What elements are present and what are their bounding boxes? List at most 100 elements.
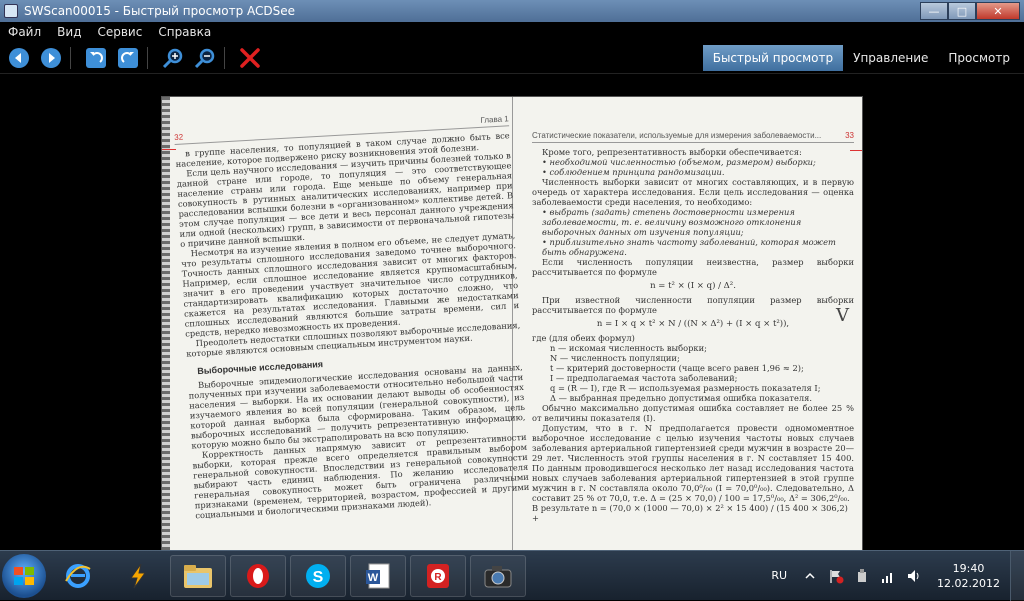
arrow-left-icon [9, 47, 29, 68]
device-tray[interactable] [853, 567, 871, 585]
running-header: Статистические показатели, используемые … [532, 131, 822, 140]
chevron-up-icon [805, 572, 815, 579]
network-tray[interactable] [879, 567, 897, 585]
clock-date: 12.02.2012 [937, 576, 1000, 590]
taskbar-word[interactable]: W [350, 554, 406, 597]
taskbar-internet-explorer[interactable] [50, 555, 106, 597]
winamp-bolt-icon [130, 563, 146, 588]
definitions-list: n — искомая численность выборки; N — чис… [532, 343, 854, 403]
clock[interactable]: 19:40 12.02.2012 [927, 561, 1010, 591]
tab-manage[interactable]: Управление [843, 45, 938, 71]
show-hidden-icons-button[interactable] [801, 567, 819, 585]
paragraph: Обычно максимально допустимая ошибка сос… [532, 403, 854, 423]
menu-help[interactable]: Справка [150, 25, 219, 39]
show-desktop-button[interactable] [1010, 550, 1024, 601]
action-center-tray[interactable] [827, 567, 845, 585]
taskbar-skype[interactable]: S [290, 554, 346, 597]
system-tray: RU 19:40 12.02.2012 [761, 550, 1024, 601]
window-title: SWScan00015 - Быстрый просмотр ACDSee [24, 4, 296, 18]
image-viewer[interactable]: 32 Глава 1 в группе населения, то популя… [0, 75, 1024, 550]
definition-item: I — предполагаемая частота заболеваний; [550, 373, 738, 383]
left-page: 32 Глава 1 в группе населения, то популя… [174, 114, 534, 550]
right-page: Статистические показатели, используемые … [532, 131, 854, 550]
menu-file[interactable]: Файл [0, 25, 49, 39]
arrow-right-icon [41, 47, 61, 68]
language-indicator[interactable]: RU [761, 569, 797, 582]
acdsee-app-icon[interactable] [4, 4, 18, 18]
taskbar-opera[interactable] [230, 554, 286, 597]
flag-icon [830, 569, 844, 583]
definition-item: Δ — выбранная предельно допустимая ошибк… [550, 393, 813, 403]
definition-item: n — искомая численность выборки; [550, 343, 707, 353]
speaker-icon [908, 569, 919, 582]
delete-button[interactable] [237, 45, 263, 71]
minimize-button[interactable]: — [920, 2, 948, 20]
scanned-document: 32 Глава 1 в группе населения, то популя… [162, 97, 862, 550]
bullet-text: необходимой численностью (объемом, разме… [549, 157, 816, 167]
windows-logo-icon [14, 566, 34, 585]
paragraph: Численность выборки зависит от многих со… [532, 177, 854, 207]
rotate-right-button[interactable] [115, 45, 141, 71]
taskbar: S W R RU 19:40 12.02.2012 [0, 550, 1024, 601]
page-number: 32 [174, 132, 184, 142]
paragraph: Кроме того, репрезентативность выборки о… [542, 147, 802, 157]
delete-x-icon [240, 47, 260, 68]
opera-icon [247, 563, 269, 588]
svg-text:W: W [368, 572, 379, 584]
page-number: 33 [845, 131, 854, 140]
toolbar-separator [147, 46, 148, 69]
paragraph: Если численность популяции неизвестна, р… [532, 257, 854, 277]
next-button[interactable] [38, 45, 64, 71]
bullet-text: соблюдением принципа рандомизации. [549, 167, 725, 177]
clock-time: 19:40 [952, 561, 985, 575]
title-bar: SWScan00015 - Быстрый просмотр ACDSee — … [0, 0, 1024, 22]
internet-explorer-icon [65, 563, 91, 588]
taskbar-acdsee[interactable] [470, 554, 526, 597]
paragraph: Допустим, что в г. N предполагается пров… [532, 423, 854, 503]
menu-bar: Файл Вид Сервис Справка [0, 22, 1024, 42]
rotate-left-button[interactable] [83, 45, 109, 71]
taskbar-foxit-reader[interactable]: R [410, 554, 466, 597]
svg-text:S: S [313, 569, 324, 586]
zoom-in-button[interactable] [160, 45, 186, 71]
zoom-out-button[interactable] [192, 45, 218, 71]
rotate-left-icon [86, 47, 106, 68]
chapter-title: Глава 1 [480, 114, 509, 125]
skype-icon: S [306, 563, 330, 588]
network-signal-icon [882, 572, 893, 583]
close-button[interactable]: ✕ [976, 2, 1020, 20]
menu-tools[interactable]: Сервис [89, 25, 150, 39]
taskbar-winamp[interactable] [110, 555, 166, 597]
camera-icon [484, 565, 512, 587]
svg-text:R: R [434, 572, 442, 583]
handwritten-check-mark: V [836, 305, 849, 326]
foxit-reader-icon: R [427, 563, 449, 588]
zoom-out-icon [194, 48, 215, 68]
definition-item: t — критерий достоверности (чаще всего р… [550, 363, 804, 373]
usb-device-icon [858, 568, 867, 582]
right-page-header: Статистические показатели, используемые … [532, 131, 854, 143]
list-item: • необходимой численностью (объемом, раз… [542, 157, 816, 167]
paragraph: В результате n = (70,0 × (1000 — 70,0) ×… [532, 503, 848, 523]
toolbar: Быстрый просмотр Управление Просмотр [0, 42, 1024, 74]
bullet-text: приблизительно знать частоту заболеваний… [542, 237, 836, 257]
definition-item: q = (R — I), где R — используемая размер… [550, 383, 821, 393]
definition-item: N — численность популяции; [550, 353, 680, 363]
maximize-button[interactable]: □ [948, 2, 976, 20]
paragraph: При известной численности популяции разм… [532, 295, 854, 315]
menu-view[interactable]: Вид [49, 25, 89, 39]
taskbar-file-explorer[interactable] [170, 554, 226, 597]
previous-button[interactable] [6, 45, 32, 71]
toolbar-separator [224, 46, 225, 69]
list-item: • соблюдением принципа рандомизации. [542, 167, 725, 177]
start-button[interactable] [2, 553, 46, 598]
definitions-intro: где (для обеих формул) [532, 333, 635, 343]
red-pen-mark [162, 149, 176, 150]
tab-view[interactable]: Просмотр [938, 45, 1020, 71]
zoom-in-icon [162, 48, 183, 68]
formula: n = t² × (I × q) / Δ². [650, 281, 736, 291]
list-item: • приблизительно знать частоту заболеван… [542, 237, 836, 257]
formula: n = I × q × t² × N / ((N × Δ²) + (I × q … [596, 319, 790, 329]
volume-tray[interactable] [905, 567, 923, 585]
tab-quick-view[interactable]: Быстрый просмотр [702, 44, 844, 71]
